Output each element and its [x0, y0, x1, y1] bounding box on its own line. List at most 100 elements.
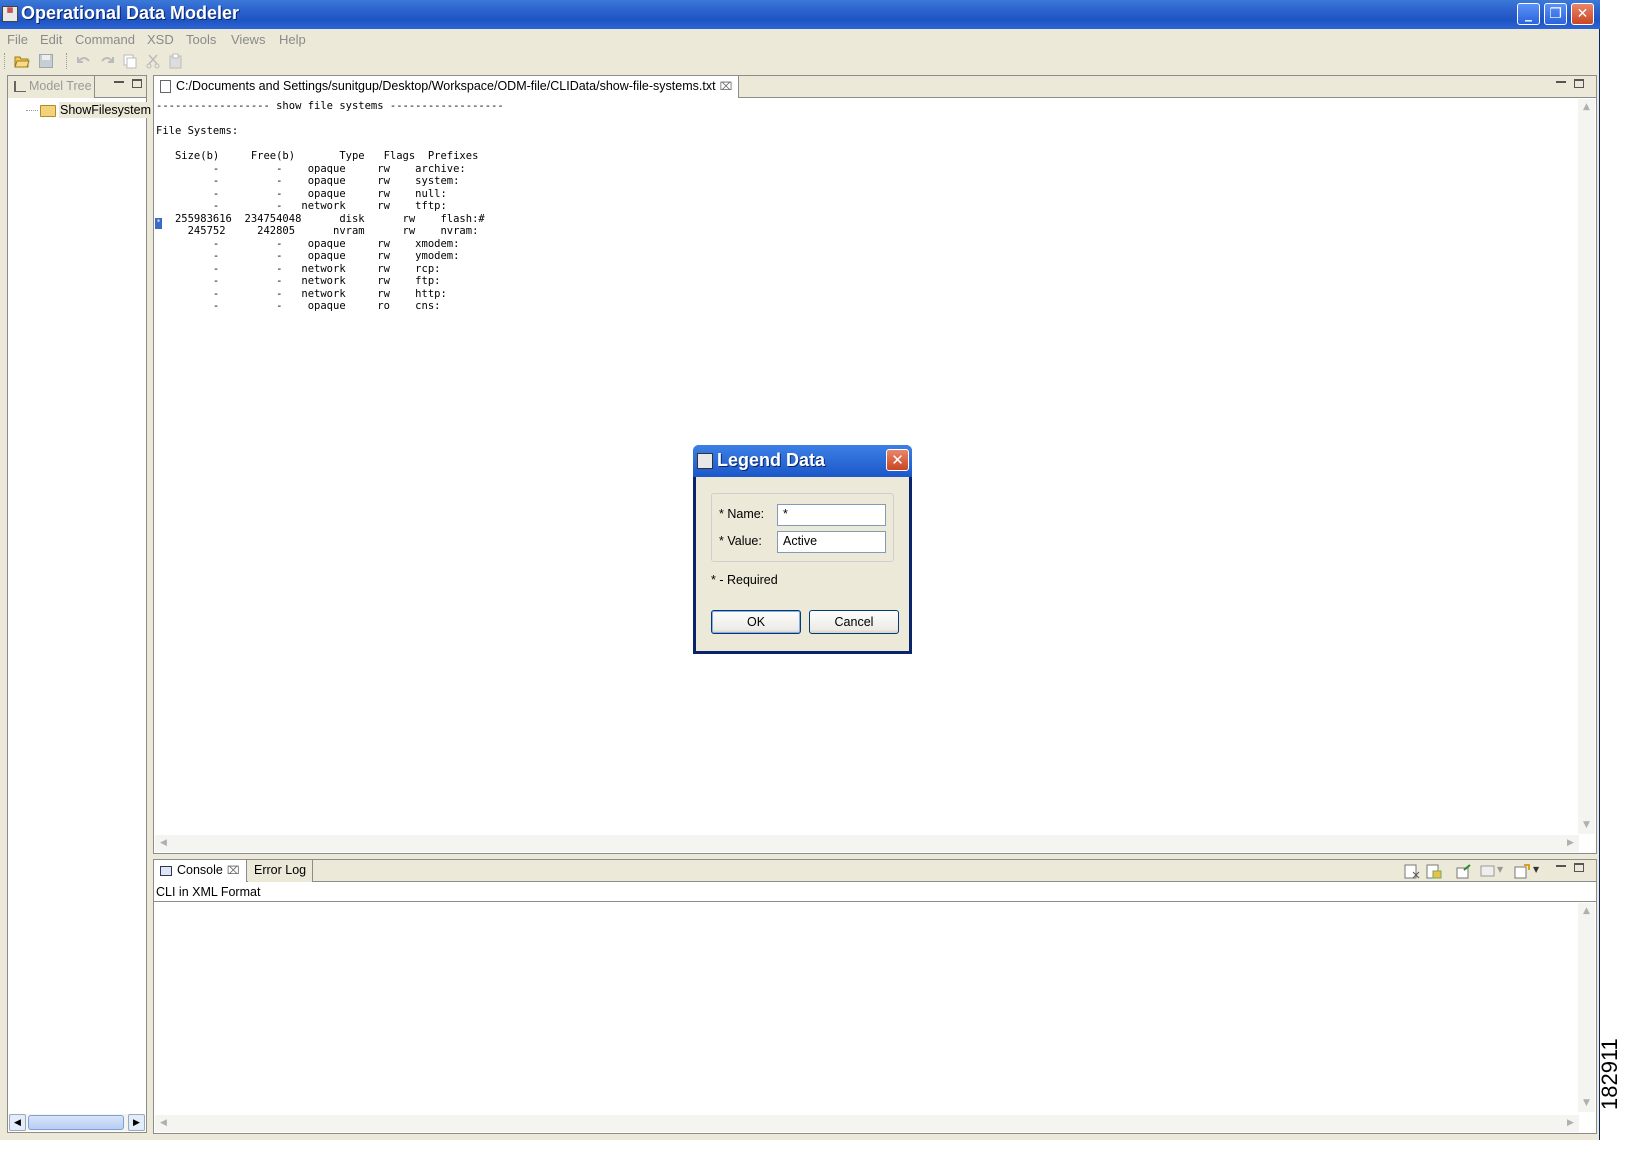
scroll-right-icon[interactable]: ▶ — [1562, 1115, 1579, 1132]
console-tabbar: Console ⌧ Error Log ▼ ▼ — [154, 860, 1596, 882]
minimize-view-icon[interactable] — [1556, 81, 1566, 90]
paste-icon[interactable] — [168, 53, 184, 69]
open-folder-icon[interactable] — [14, 53, 30, 69]
console-icon — [160, 865, 172, 876]
scroll-up-icon[interactable]: ▲ — [1578, 99, 1595, 116]
minimize-icon[interactable]: _ — [1517, 3, 1540, 25]
model-tree-tabbar: Model Tree — [8, 76, 146, 98]
value-label: * Value: — [719, 534, 762, 548]
tree-item-label: ShowFilesystem — [59, 102, 152, 118]
figure-number: 182911 — [1597, 1038, 1622, 1110]
fields-group: * Name: * * Value: Active — [711, 493, 894, 562]
editor-row: - - network rw tftp: — [156, 200, 447, 212]
application-window: ▦ Operational Data Modeler _ ❐ ✕ File Ed… — [0, 0, 1600, 1140]
minimize-view-icon[interactable] — [114, 81, 124, 90]
undo-icon[interactable] — [76, 53, 92, 69]
scroll-down-icon[interactable]: ▼ — [1578, 817, 1595, 834]
console-subtitle: CLI in XML Format — [154, 882, 1596, 902]
tree-tab-icon — [14, 81, 26, 93]
editor-row: - - network rw rcp: — [156, 262, 441, 275]
scroll-lock-icon[interactable] — [1426, 864, 1442, 879]
tree-horizontal-scrollbar[interactable]: ◀ ▶ — [9, 1114, 145, 1131]
maximize-view-icon[interactable] — [1574, 79, 1584, 88]
menu-views[interactable]: Views — [231, 32, 265, 47]
menu-file[interactable]: File — [7, 32, 28, 47]
legend-data-dialog: Legend Data ✕ * Name: * * Value: Active … — [693, 445, 912, 654]
title-bar[interactable]: ▦ Operational Data Modeler _ ❐ ✕ — [0, 0, 1600, 29]
scroll-up-icon[interactable]: ▲ — [1578, 903, 1595, 920]
model-tree-panel: Model Tree ShowFilesystem ◀ ▶ — [7, 75, 152, 1133]
editor-line-marker: * — [155, 218, 162, 229]
tab-console[interactable]: Console ⌧ — [154, 860, 247, 882]
value-field[interactable]: Active — [777, 531, 886, 553]
editor-columns-line: Size(b) Free(b) Type Flags Prefixes — [156, 150, 479, 162]
dialog-app-icon — [697, 453, 713, 469]
name-field[interactable]: * — [777, 504, 886, 526]
editor-row: 255983616 234754048 disk rw flash:# — [156, 212, 485, 225]
display-console-icon[interactable] — [1480, 864, 1496, 879]
menu-edit[interactable]: Edit — [40, 32, 62, 47]
required-note: * - Required — [711, 573, 778, 587]
scroll-right-icon[interactable]: ▶ — [128, 1114, 145, 1131]
name-label: * Name: — [719, 507, 765, 521]
editor-row: - - opaque ro cns: — [156, 300, 441, 312]
dialog-title: Legend Data — [717, 450, 826, 470]
close-icon[interactable]: ✕ — [886, 449, 909, 471]
menu-xsd[interactable]: XSD — [147, 32, 174, 47]
scroll-thumb[interactable] — [28, 1115, 124, 1130]
console-vertical-scrollbar[interactable]: ▲ ▼ — [1578, 903, 1595, 1112]
editor-window-controls — [1548, 79, 1584, 92]
pin-console-icon[interactable] — [1456, 864, 1472, 879]
toolbar-grip — [66, 53, 68, 69]
editor-row: - - opaque rw system: — [156, 175, 460, 187]
console-horizontal-scrollbar[interactable]: ◀ ▶ — [155, 1115, 1579, 1132]
save-icon[interactable] — [38, 53, 54, 69]
close-icon[interactable]: ✕ — [1571, 3, 1594, 25]
tree-item-showfilesystem[interactable]: ShowFilesystem — [26, 102, 152, 118]
editor-horizontal-scrollbar[interactable]: ◀ ▶ — [155, 835, 1579, 852]
menu-tools[interactable]: Tools — [186, 32, 216, 47]
open-console-icon[interactable] — [1514, 864, 1530, 879]
tab-editor-file[interactable]: C:/Documents and Settings/sunitgup/Deskt… — [154, 76, 740, 98]
dropdown-arrow-icon[interactable]: ▼ — [1533, 865, 1539, 874]
editor-vertical-scrollbar[interactable]: ▲ ▼ — [1578, 99, 1595, 834]
ok-button[interactable]: OK — [711, 610, 801, 634]
dropdown-arrow-icon[interactable]: ▼ — [1497, 865, 1503, 874]
console-window-controls — [1548, 863, 1584, 876]
close-tab-icon[interactable]: ⌧ — [227, 865, 240, 877]
tab-model-tree[interactable]: Model Tree — [8, 76, 95, 98]
toolbar-grip — [4, 53, 6, 69]
maximize-view-icon[interactable] — [1574, 863, 1584, 872]
editor-row: - - opaque rw ymodem: — [156, 250, 460, 262]
maximize-view-icon[interactable] — [132, 79, 142, 88]
tab-error-log[interactable]: Error Log — [248, 860, 314, 882]
folder-icon — [40, 104, 56, 117]
scroll-left-icon[interactable]: ◀ — [155, 835, 172, 852]
dialog-title-bar[interactable]: Legend Data ✕ — [693, 445, 912, 477]
restore-icon[interactable]: ❐ — [1544, 3, 1567, 25]
cancel-button[interactable]: Cancel — [809, 610, 899, 634]
editor-content[interactable]: ------------------ show file systems ---… — [156, 100, 504, 313]
editor-row: - - opaque rw xmodem: — [156, 237, 460, 250]
editor-row: - - opaque rw null: — [156, 187, 447, 200]
scroll-right-icon[interactable]: ▶ — [1562, 835, 1579, 852]
console-panel: Console ⌧ Error Log ▼ ▼ CLI in XML Format… — [153, 859, 1597, 1134]
editor-header-line: ------------------ show file systems ---… — [156, 100, 504, 112]
redo-icon[interactable] — [99, 53, 115, 69]
toolbar — [0, 49, 1600, 72]
app-icon: ▦ — [2, 6, 18, 22]
scroll-left-icon[interactable]: ◀ — [155, 1115, 172, 1132]
cut-icon[interactable] — [145, 53, 161, 69]
copy-icon[interactable] — [122, 53, 138, 69]
editor-row: - - network rw http: — [156, 287, 447, 300]
editor-row: - - network rw ftp: — [156, 275, 441, 287]
editor-section-title: File Systems: — [156, 125, 239, 137]
text-file-icon — [160, 80, 171, 94]
scroll-down-icon[interactable]: ▼ — [1578, 1095, 1595, 1112]
menu-command[interactable]: Command — [75, 32, 135, 47]
minimize-view-icon[interactable] — [1556, 865, 1566, 874]
menu-help[interactable]: Help — [279, 32, 306, 47]
scroll-left-icon[interactable]: ◀ — [9, 1114, 26, 1131]
clear-console-icon[interactable] — [1404, 864, 1420, 879]
close-tab-icon[interactable]: ⌧ — [720, 81, 733, 93]
